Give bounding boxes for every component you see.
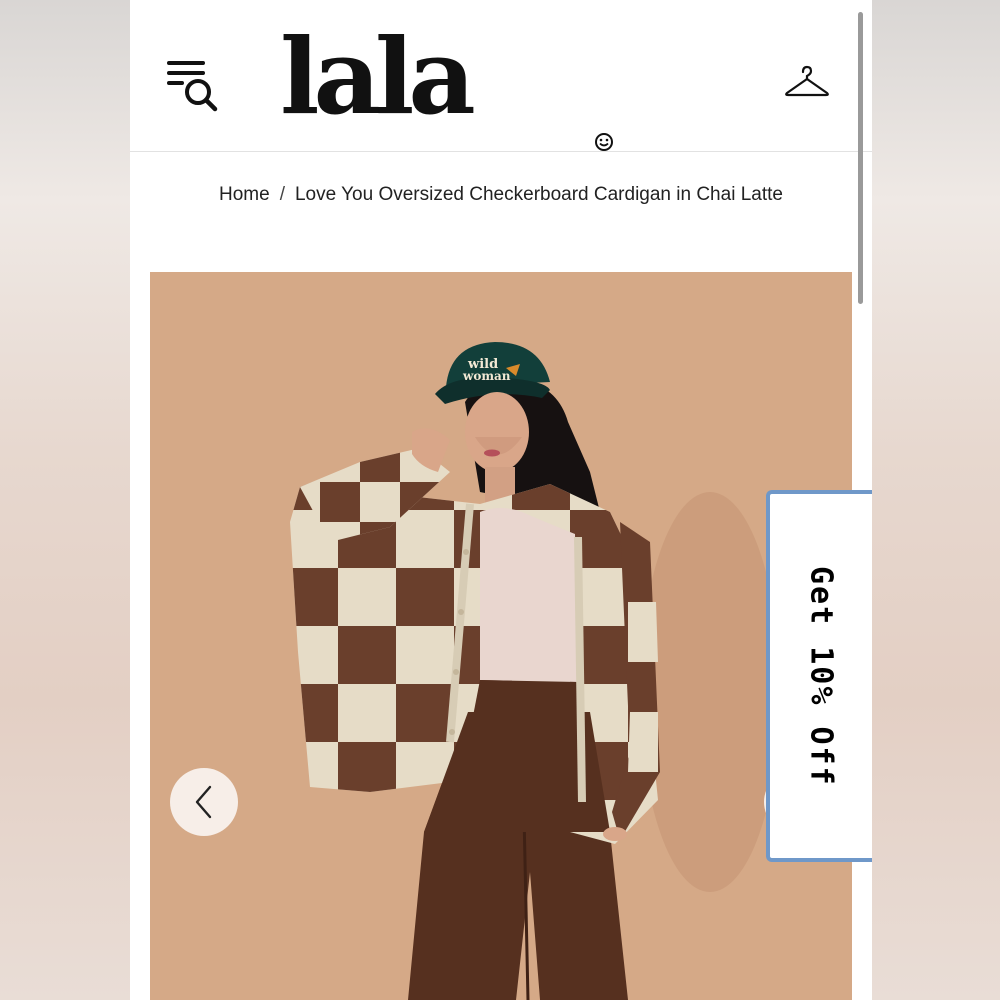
hanger-icon — [785, 65, 829, 97]
site-logo[interactable]: lala — [280, 15, 613, 151]
breadcrumb: Home / Love You Oversized Checkerboard Car… — [130, 184, 872, 206]
background-blur-right — [872, 0, 1000, 1000]
wishlist-button[interactable] — [784, 64, 830, 100]
site-header: lala — [130, 0, 872, 152]
breadcrumb-current: Love You Oversized Checkerboard Cardigan… — [294, 184, 783, 205]
mobile-page: lala Home / Love You Oversized Checkerboar… — [130, 0, 872, 1000]
menu-search-button[interactable] — [166, 58, 220, 112]
scrollbar[interactable] — [858, 12, 863, 304]
smiley-icon — [595, 133, 613, 151]
background-blur-left — [0, 0, 130, 1000]
hat-text-2: woman — [462, 369, 511, 383]
discount-tab-label: Get 10% Off — [803, 565, 839, 787]
discount-popup-tab[interactable]: Get 10% Off — [766, 490, 872, 862]
prev-image-button[interactable] — [170, 768, 238, 836]
chevron-left-icon — [195, 785, 212, 819]
logo-text: lala — [280, 15, 476, 138]
menu-search-icon — [167, 61, 218, 112]
breadcrumb-separator: / — [279, 184, 285, 205]
product-photo: wild woman — [150, 272, 852, 1000]
breadcrumb-home-link[interactable]: Home — [219, 184, 270, 205]
product-image[interactable]: wild woman — [150, 272, 852, 1000]
